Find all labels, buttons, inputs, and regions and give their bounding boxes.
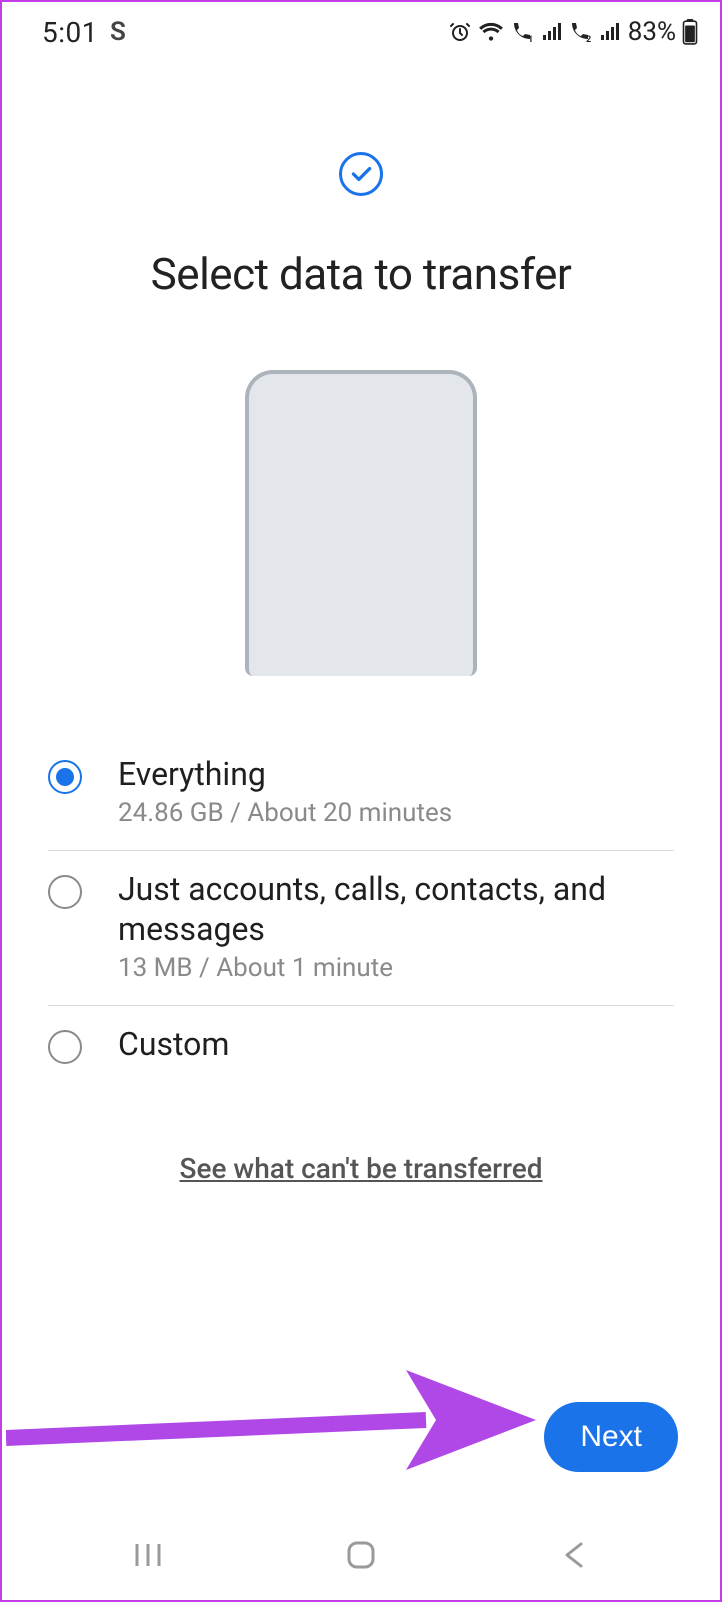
option-texts: Just accounts, calls, contacts, and mess… — [118, 869, 674, 983]
checkmark-circle-icon — [339, 152, 383, 196]
smart-switch-indicator-icon: S — [110, 17, 126, 47]
option-everything[interactable]: Everything 24.86 GB / About 20 minutes — [48, 736, 674, 850]
volte1-icon: 1 — [510, 21, 536, 43]
hero-section: Select data to transfer — [2, 62, 720, 300]
cant-transfer-row: See what can't be transferred — [2, 1152, 720, 1185]
svg-text:2: 2 — [586, 35, 591, 43]
option-texts: Custom — [118, 1024, 674, 1064]
back-button[interactable] — [552, 1533, 596, 1577]
radio-everything[interactable] — [48, 760, 82, 794]
battery-percent: 83% — [628, 17, 676, 47]
option-texts: Everything 24.86 GB / About 20 minutes — [118, 754, 674, 828]
see-what-cant-be-transferred-link[interactable]: See what can't be transferred — [180, 1152, 543, 1185]
option-title: Just accounts, calls, contacts, and mess… — [118, 869, 674, 949]
option-subtitle: 24.86 GB / About 20 minutes — [118, 798, 674, 828]
status-right: 1 2 83% — [448, 17, 698, 47]
wifi-icon — [478, 21, 504, 43]
annotation-arrow-icon — [6, 1360, 546, 1480]
svg-text:1: 1 — [528, 35, 533, 43]
status-bar: 5:01 S 1 2 83% — [2, 2, 720, 62]
option-custom[interactable]: Custom — [48, 1005, 674, 1086]
signal2-icon — [600, 22, 620, 42]
radio-basics[interactable] — [48, 875, 82, 909]
transfer-options-list: Everything 24.86 GB / About 20 minutes J… — [2, 736, 720, 1086]
status-left: 5:01 S — [42, 16, 126, 49]
recent-apps-button[interactable] — [126, 1533, 170, 1577]
volte2-icon: 2 — [568, 21, 594, 43]
signal1-icon — [542, 22, 562, 42]
radio-custom[interactable] — [48, 1030, 82, 1064]
option-subtitle: 13 MB / About 1 minute — [118, 953, 674, 983]
status-time: 5:01 — [42, 16, 98, 49]
page-title: Select data to transfer — [2, 248, 720, 300]
option-title: Custom — [118, 1024, 674, 1064]
next-button[interactable]: Next — [544, 1402, 678, 1472]
device-illustration-icon — [245, 370, 477, 676]
alarm-icon — [448, 20, 472, 44]
option-title: Everything — [118, 754, 674, 794]
option-basics[interactable]: Just accounts, calls, contacts, and mess… — [48, 850, 674, 1005]
system-nav-bar — [2, 1520, 720, 1600]
battery-icon — [682, 19, 698, 45]
home-button[interactable] — [339, 1533, 383, 1577]
